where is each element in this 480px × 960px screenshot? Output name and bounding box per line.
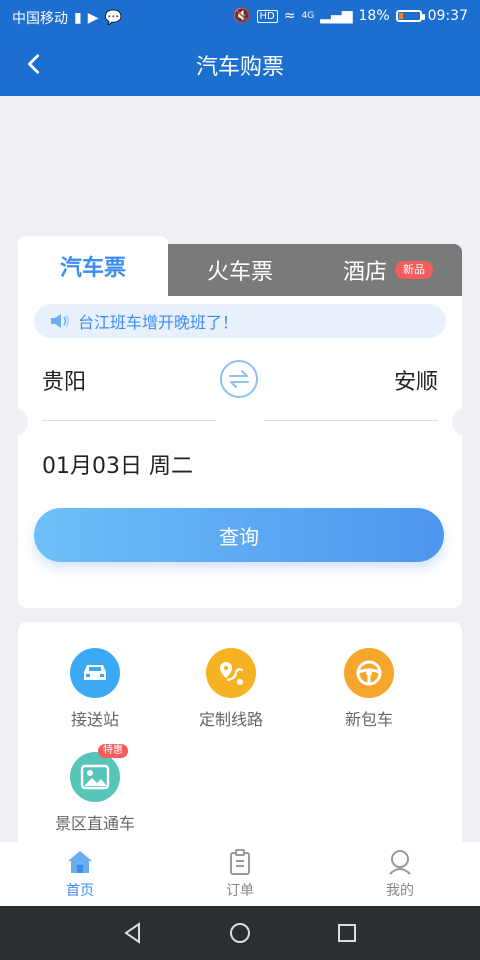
message-icon: 💬 <box>104 10 122 26</box>
tab-bus-label: 汽车票 <box>59 256 126 281</box>
query-button[interactable]: 查询 <box>34 508 444 562</box>
notice-text: 台江班车增开晚班了！ <box>78 313 239 332</box>
tab-bus-ticket[interactable]: 汽车票 <box>18 236 168 296</box>
home-icon <box>68 851 92 873</box>
back-triangle-icon[interactable] <box>121 921 145 945</box>
departure-underline <box>42 420 216 421</box>
departure-city[interactable]: 贵阳 <box>42 364 86 396</box>
service-station-transfer[interactable]: 接送站 <box>20 648 170 730</box>
new-badge: 新品 <box>395 261 433 279</box>
departure-date[interactable]: 01月03日 周二 <box>42 448 193 480</box>
card-notch-right <box>452 408 472 436</box>
ticket-form: 台江班车增开晚班了！ 贵阳 安顺 01月03日 周二 查询 <box>8 296 472 608</box>
app-notification-icon: ▶ <box>87 10 99 26</box>
tab-home-label: 首页 <box>66 883 94 899</box>
clock: 09:37 <box>427 8 468 24</box>
tab-train-ticket[interactable]: 火车票 <box>166 244 314 296</box>
service-label: 新包车 <box>344 710 393 729</box>
battery-percent: 18% <box>358 8 390 24</box>
service-scenic-shuttle[interactable]: 特惠 景区直通车 <box>20 744 170 834</box>
route-pin-icon <box>206 648 256 698</box>
user-icon <box>389 850 411 875</box>
steering-wheel-icon <box>344 648 394 698</box>
mute-icon: 🔇 <box>233 8 251 24</box>
swap-cities-button[interactable] <box>220 360 258 398</box>
top-bar: 中国移动 ▮ ▶ 💬 🔇 HD ≈ 4G ▂▄▆ 18% 09:37 汽车购票 <box>0 0 480 96</box>
tab-orders[interactable]: 订单 <box>160 842 320 906</box>
tab-hotel-label: 酒店 <box>342 260 387 285</box>
chevron-left-icon <box>28 54 40 74</box>
tab-profile-label: 我的 <box>386 883 414 899</box>
service-custom-route[interactable]: 定制线路 <box>156 648 306 730</box>
arrival-city[interactable]: 安顺 <box>394 364 438 396</box>
swap-icon <box>229 370 249 388</box>
page-title: 汽车购票 <box>195 55 284 80</box>
tab-train-label: 火车票 <box>206 260 273 285</box>
sim-alert-icon: ▮ <box>74 10 82 26</box>
hd-icon: HD <box>256 9 278 23</box>
tab-profile[interactable]: 我的 <box>320 842 480 906</box>
status-left: 中国移动 ▮ ▶ 💬 <box>12 8 122 28</box>
clipboard-icon <box>230 849 250 875</box>
service-label: 定制线路 <box>198 710 263 729</box>
car-icon <box>70 648 120 698</box>
ticket-search-card: 火车票 酒店 新品 汽车票 台江班车增开晚班了！ 贵阳 安顺 01月03日 周二… <box>8 236 472 608</box>
notice-banner[interactable]: 台江班车增开晚班了！ <box>34 304 446 338</box>
system-nav-bar <box>0 906 480 960</box>
special-offer-tag: 特惠 <box>98 744 128 758</box>
network-type-label: 4G <box>301 11 315 21</box>
tab-hotel[interactable]: 酒店 新品 <box>314 244 462 296</box>
service-label: 接送站 <box>70 710 119 729</box>
route-row: 贵阳 安顺 <box>18 356 462 422</box>
signal-icon: ▂▄▆ <box>320 8 353 24</box>
service-charter[interactable]: 新包车 <box>294 648 444 730</box>
services-panel: 接送站 定制线路 新包车 特惠 景区直通车 <box>18 622 462 852</box>
bottom-tab-bar: 首页 订单 我的 <box>0 842 480 906</box>
status-bar: 中国移动 ▮ ▶ 💬 🔇 HD ≈ 4G ▂▄▆ 18% 09:37 <box>0 0 480 34</box>
service-label: 景区直通车 <box>54 814 135 833</box>
wifi-icon: ≈ <box>283 8 296 24</box>
landscape-icon: 特惠 <box>70 744 128 802</box>
speaker-icon <box>50 313 70 329</box>
arrival-underline <box>264 420 438 421</box>
home-circle-icon[interactable] <box>228 921 252 945</box>
header: 汽车购票 <box>0 34 480 96</box>
status-right: 🔇 HD ≈ 4G ▂▄▆ 18% 09:37 <box>233 8 468 24</box>
tab-orders-label: 订单 <box>226 883 254 899</box>
tab-home[interactable]: 首页 <box>0 842 160 906</box>
recents-square-icon[interactable] <box>335 921 359 945</box>
back-button[interactable] <box>18 48 50 80</box>
battery-icon <box>395 10 425 22</box>
carrier-label: 中国移动 <box>12 11 68 27</box>
